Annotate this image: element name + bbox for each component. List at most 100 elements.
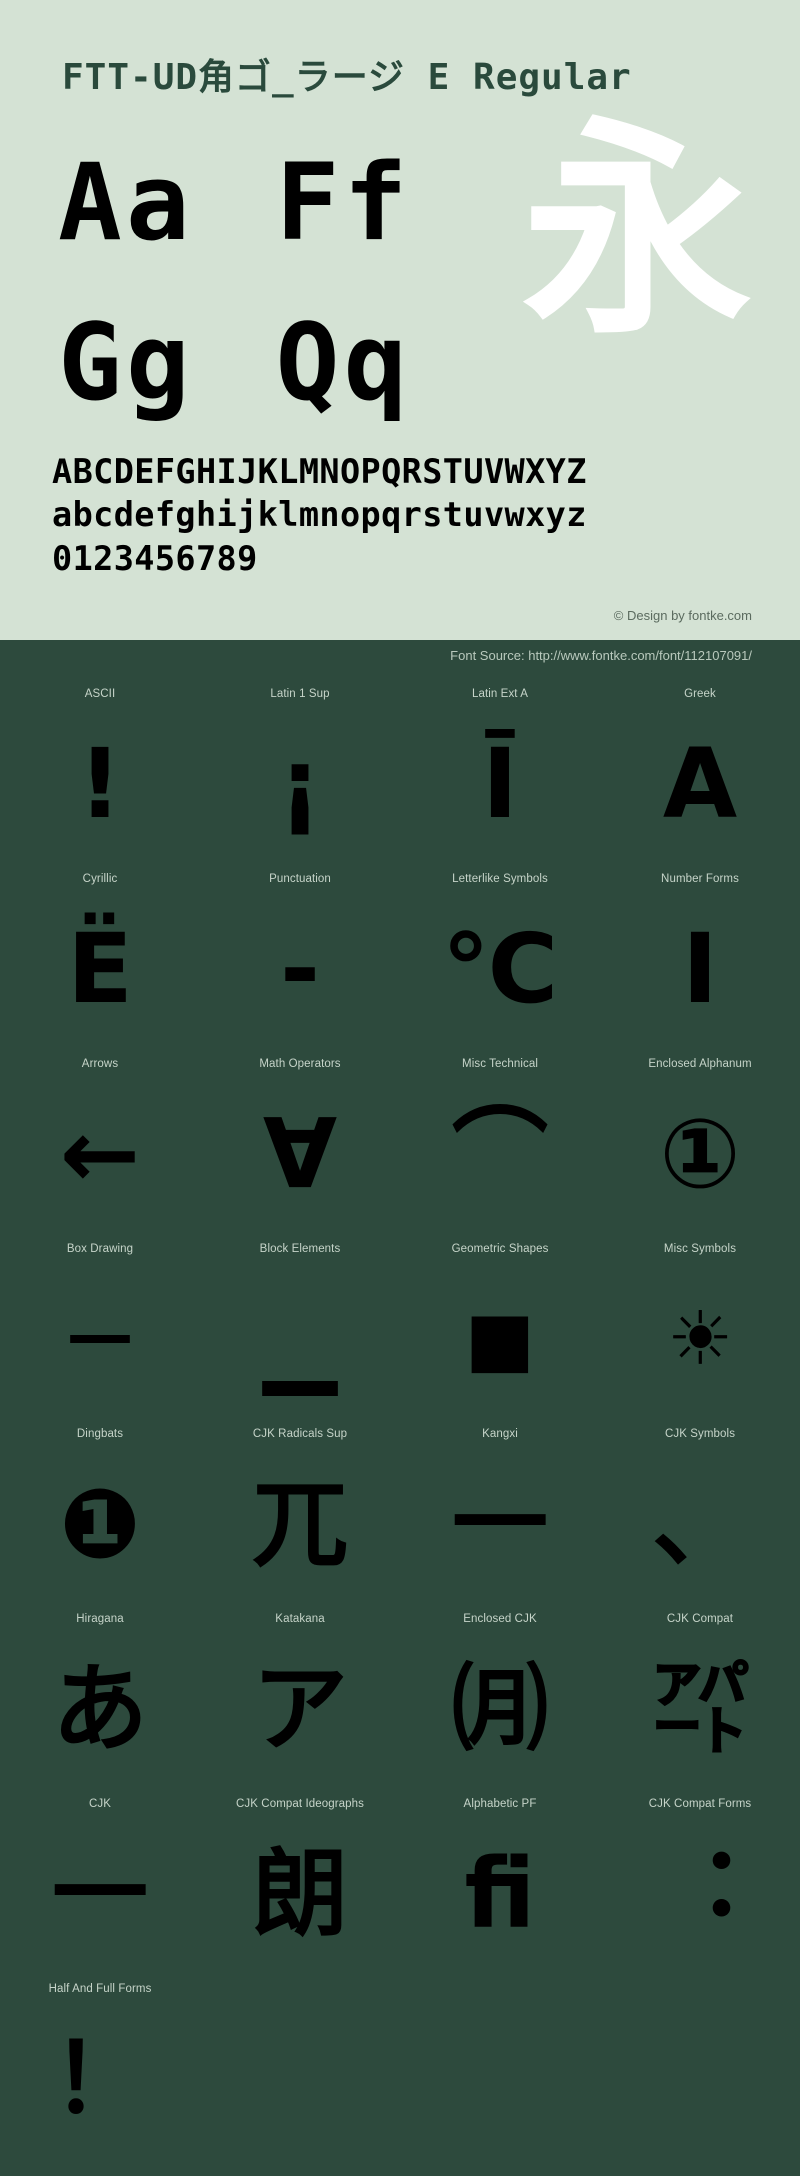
unicode-block-label: Box Drawing <box>66 1243 134 1255</box>
unicode-block-glyph: ─ <box>71 1282 129 1395</box>
unicode-block-label: Half And Full Forms <box>48 1983 152 1995</box>
unicode-block-cell[interactable]: Geometric Shapes ■ <box>400 1235 600 1420</box>
unicode-block-cell[interactable]: Enclosed Alphanum ① <box>600 1050 800 1235</box>
unicode-block-cell[interactable]: CJK Compat Forms ︓ <box>600 1790 800 1975</box>
sample-pair-gg: Gg <box>58 301 194 424</box>
unicode-block-cell[interactable]: Dingbats ❶ <box>0 1420 200 1605</box>
unicode-block-cell[interactable]: CJK Compat ㌀ <box>600 1605 800 1790</box>
unicode-block-glyph: ¡ <box>278 727 322 840</box>
unicode-block-row: CJK 一 CJK Compat Ideographs 朗 Alphabetic PF ﬁ… <box>0 1790 800 1975</box>
unicode-block-cell[interactable]: Katakana ア <box>200 1605 400 1790</box>
copyright-notice: © Design by fontke.com <box>613 608 752 623</box>
unicode-block-glyph: ア <box>252 1652 348 1765</box>
lowercase-alphabet: abcdefghijklmnopqrstuvwxyz <box>52 495 587 534</box>
unicode-block-cell[interactable]: CJK 一 <box>0 1790 200 1975</box>
unicode-block-label: Misc Symbols <box>663 1243 737 1255</box>
unicode-block-cell[interactable]: Box Drawing ─ <box>0 1235 200 1420</box>
unicode-block-label: Enclosed CJK <box>463 1613 537 1625</box>
unicode-block-glyph: ! <box>78 727 122 840</box>
font-specimen-page: FTT-UD角ゴ_ラージ E Regular Aa Ff Gg Qq 永 ABCDE… <box>0 0 800 2176</box>
unicode-block-label: Number Forms <box>661 873 739 885</box>
unicode-block-glyph: Α <box>662 727 738 840</box>
unicode-block-cell[interactable]: Arrows ← <box>0 1050 200 1235</box>
unicode-block-row: Half And Full Forms ！ <box>0 1975 800 2160</box>
font-source-bar: Font Source: http://www.fontke.com/font/… <box>0 640 800 674</box>
unicode-block-cell[interactable]: Block Elements ▁ <box>200 1235 400 1420</box>
unicode-block-glyph: ！ <box>52 2022 148 2135</box>
unicode-block-glyph: ❶ <box>59 1467 141 1580</box>
unicode-block-row: ASCII! Latin 1 Sup ¡ Latin Ext A Ī Greek Α <box>0 680 800 865</box>
unicode-block-cell[interactable]: Hiragana あ <box>0 1605 200 1790</box>
unicode-block-glyph: ∀ <box>262 1097 338 1210</box>
unicode-block-glyph: ㌀ <box>652 1652 748 1765</box>
unicode-block-label: CJK Symbols <box>664 1428 736 1440</box>
unicode-block-label: ASCII <box>84 688 116 700</box>
unicode-block-label: Misc Technical <box>462 1058 538 1070</box>
unicode-block-row: Dingbats ❶ CJK Radicals Sup 兀 Kangxi ⼀ CJK Sym… <box>0 1420 800 1605</box>
unicode-block-glyph: ‐ <box>280 912 320 1025</box>
unicode-block-cell[interactable]: Misc Symbols ☀ <box>600 1235 800 1420</box>
cjk-sample-glyph: 永 <box>521 99 752 366</box>
unicode-block-label: CJK Compat Ideographs <box>235 1798 365 1810</box>
unicode-block-cell[interactable]: Latin 1 Sup ¡ <box>200 680 400 865</box>
unicode-block-cell[interactable]: CJK Symbols 、 <box>600 1420 800 1605</box>
unicode-block-glyph: 、 <box>652 1467 748 1580</box>
unicode-block-label: Kangxi <box>482 1428 518 1440</box>
unicode-block-cell[interactable]: CJK Radicals Sup 兀 <box>200 1420 400 1605</box>
unicode-block-glyph: ⌒ <box>452 1097 548 1210</box>
unicode-block-label: CJK Radicals Sup <box>252 1428 348 1440</box>
sample-pair-ff: Ff <box>275 141 412 264</box>
unicode-block-cell[interactable]: Cyrillic Ё <box>0 865 200 1050</box>
unicode-block-glyph: ■ <box>465 1295 535 1382</box>
unicode-block-cell[interactable]: CJK Compat Ideographs 朗 <box>200 1790 400 1975</box>
unicode-block-glyph: ﬁ <box>464 1837 536 1950</box>
unicode-block-glyph: ▁ <box>263 1282 337 1395</box>
unicode-block-glyph: 一 <box>52 1837 148 1950</box>
unicode-block-label: Katakana <box>275 1613 325 1625</box>
page-title: FTT-UD角ゴ_ラージ E Regular <box>62 57 632 98</box>
unicode-block-glyph: ① <box>659 1097 741 1210</box>
unicode-block-cell[interactable]: Alphabetic PF ﬁ <box>400 1790 600 1975</box>
unicode-block-cell[interactable]: ASCII! <box>0 680 200 865</box>
unicode-block-label: Latin Ext A <box>471 688 529 700</box>
unicode-block-label: Dingbats <box>76 1428 124 1440</box>
unicode-block-cell[interactable]: Kangxi ⼀ <box>400 1420 600 1605</box>
unicode-block-glyph: ︓ <box>652 1837 748 1950</box>
unicode-block-glyph: 朗 <box>252 1837 348 1950</box>
unicode-block-cell[interactable]: Latin Ext A Ī <box>400 680 600 865</box>
unicode-block-label: Greek <box>684 688 716 700</box>
unicode-block-glyph: 兀 <box>252 1467 348 1580</box>
unicode-block-label: Hiragana <box>76 1613 124 1625</box>
sample-pair-aa: Aa <box>58 141 194 264</box>
unicode-block-cell[interactable]: Letterlike Symbols ℃ <box>400 865 600 1050</box>
unicode-block-glyph: ℃ <box>441 912 559 1025</box>
unicode-block-cell[interactable]: Math Operators ∀ <box>200 1050 400 1235</box>
unicode-block-label: Block Elements <box>259 1243 341 1255</box>
digit-row: 0123456789 <box>52 539 258 578</box>
unicode-block-label: Geometric Shapes <box>451 1243 549 1255</box>
unicode-block-cell[interactable]: Punctuation ‐ <box>200 865 400 1050</box>
unicode-block-cell[interactable]: Half And Full Forms ！ <box>0 1975 200 2160</box>
unicode-block-label: CJK Compat Forms <box>648 1798 752 1810</box>
unicode-block-cell[interactable]: Enclosed CJK ㈪ <box>400 1605 600 1790</box>
sample-pair-row-1: Aa Ff <box>58 150 411 256</box>
unicode-block-cell[interactable]: Number Forms Ⅰ <box>600 865 800 1050</box>
unicode-block-row: Box Drawing ─ Block Elements ▁ Geometric Sha… <box>0 1235 800 1420</box>
unicode-block-glyph: ☀ <box>666 1295 734 1382</box>
unicode-block-label: Letterlike Symbols <box>452 873 548 885</box>
font-source-link[interactable]: Font Source: http://www.fontke.com/font/… <box>450 648 752 663</box>
unicode-block-glyph: ← <box>59 1097 141 1210</box>
unicode-block-glyph: Ⅰ <box>682 912 718 1025</box>
unicode-block-grid: ASCII! Latin 1 Sup ¡ Latin Ext A Ī Greek Α Cyri… <box>0 674 800 2160</box>
unicode-block-label: Arrows <box>81 1058 119 1070</box>
unicode-block-row: Cyrillic Ё Punctuation ‐ Letterlike Symbols ℃… <box>0 865 800 1050</box>
unicode-block-cell[interactable]: Misc Technical ⌒ <box>400 1050 600 1235</box>
unicode-block-cell[interactable]: Greek Α <box>600 680 800 865</box>
unicode-block-label: CJK Compat <box>666 1613 734 1625</box>
unicode-block-label: Punctuation <box>269 873 331 885</box>
unicode-block-label: Latin 1 Sup <box>270 688 330 700</box>
unicode-block-label: Alphabetic PF <box>463 1798 537 1810</box>
unicode-block-row: Hiragana あ Katakana ア Enclosed CJK ㈪ CJK Compa… <box>0 1605 800 1790</box>
specimen-panel: FTT-UD角ゴ_ラージ E Regular Aa Ff Gg Qq 永 ABCDE… <box>0 0 800 640</box>
unicode-block-label: Math Operators <box>259 1058 341 1070</box>
